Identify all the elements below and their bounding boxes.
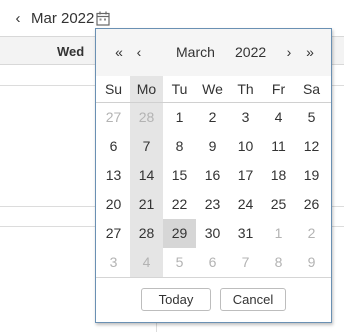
day-cell[interactable]: 31: [229, 219, 262, 248]
day-cell[interactable]: 25: [262, 190, 295, 219]
day-cell[interactable]: 2: [196, 103, 229, 132]
day-cell[interactable]: 21: [130, 190, 163, 219]
day-cell[interactable]: 5: [163, 248, 196, 277]
day-cell[interactable]: 28: [130, 219, 163, 248]
today-button[interactable]: Today: [141, 288, 211, 311]
day-cell[interactable]: 6: [97, 132, 130, 161]
day-cell[interactable]: 27: [97, 219, 130, 248]
divider: [96, 277, 331, 278]
day-header-wed: Wed: [57, 44, 85, 59]
day-cell[interactable]: 1: [163, 103, 196, 132]
day-cell[interactable]: 6: [196, 248, 229, 277]
day-cell[interactable]: 8: [262, 248, 295, 277]
day-cell[interactable]: 26: [295, 190, 328, 219]
day-cell[interactable]: 28: [130, 103, 163, 132]
day-cell[interactable]: 4: [262, 103, 295, 132]
next-year-button[interactable]: »: [301, 43, 319, 61]
day-cell[interactable]: 11: [262, 132, 295, 161]
next-month-button[interactable]: ›: [282, 43, 296, 61]
day-cell[interactable]: 9: [196, 132, 229, 161]
day-cell-selected[interactable]: 29: [163, 219, 196, 248]
weekday-label-su: Su: [104, 81, 123, 97]
calendar-icon[interactable]: [96, 11, 110, 26]
day-cell[interactable]: 27: [97, 103, 130, 132]
day-cell[interactable]: 3: [97, 248, 130, 277]
weekday-label-th: Th: [237, 81, 254, 97]
date-picker-popup: « ‹ March 2022 › » Su Mo Tu We Th Fr Sa 27 28 1 2…: [95, 28, 332, 323]
day-cell[interactable]: 14: [130, 161, 163, 190]
day-cell[interactable]: 20: [97, 190, 130, 219]
year-selector[interactable]: 2022: [235, 44, 266, 60]
weekday-header-row: Su Mo Tu We Th Fr Sa: [96, 76, 331, 102]
day-cell[interactable]: 15: [163, 161, 196, 190]
current-period-label[interactable]: Mar 2022: [31, 10, 94, 28]
day-cell[interactable]: 16: [196, 161, 229, 190]
day-cell[interactable]: 12: [295, 132, 328, 161]
day-cell[interactable]: 1: [262, 219, 295, 248]
weekday-label-tu: Tu: [171, 81, 188, 97]
day-cell[interactable]: 5: [295, 103, 328, 132]
day-cell[interactable]: 8: [163, 132, 196, 161]
month-selector[interactable]: March: [176, 44, 215, 60]
day-cell[interactable]: 24: [229, 190, 262, 219]
date-picker-header: « ‹ March 2022 › »: [96, 29, 331, 76]
day-cell[interactable]: 18: [262, 161, 295, 190]
weekday-label-fr: Fr: [271, 81, 286, 97]
day-cell[interactable]: 3: [229, 103, 262, 132]
day-cell[interactable]: 7: [229, 248, 262, 277]
day-cell[interactable]: 23: [196, 190, 229, 219]
previous-year-button[interactable]: «: [110, 43, 128, 61]
day-cell[interactable]: 10: [229, 132, 262, 161]
day-cell[interactable]: 22: [163, 190, 196, 219]
cancel-button[interactable]: Cancel: [220, 288, 286, 311]
weekday-label-we: We: [202, 81, 223, 97]
weekday-label-mo: Mo: [130, 76, 163, 102]
day-cell[interactable]: 2: [295, 219, 328, 248]
previous-month-button[interactable]: ‹: [132, 43, 146, 61]
previous-period-button[interactable]: ‹: [11, 10, 25, 28]
day-cell[interactable]: 19: [295, 161, 328, 190]
day-cell[interactable]: 17: [229, 161, 262, 190]
weekday-label-sa: Sa: [302, 81, 321, 97]
day-cell[interactable]: 7: [130, 132, 163, 161]
day-cell[interactable]: 9: [295, 248, 328, 277]
day-cell[interactable]: 30: [196, 219, 229, 248]
grid-line: [156, 322, 157, 332]
day-cell[interactable]: 13: [97, 161, 130, 190]
day-cell[interactable]: 4: [130, 248, 163, 277]
